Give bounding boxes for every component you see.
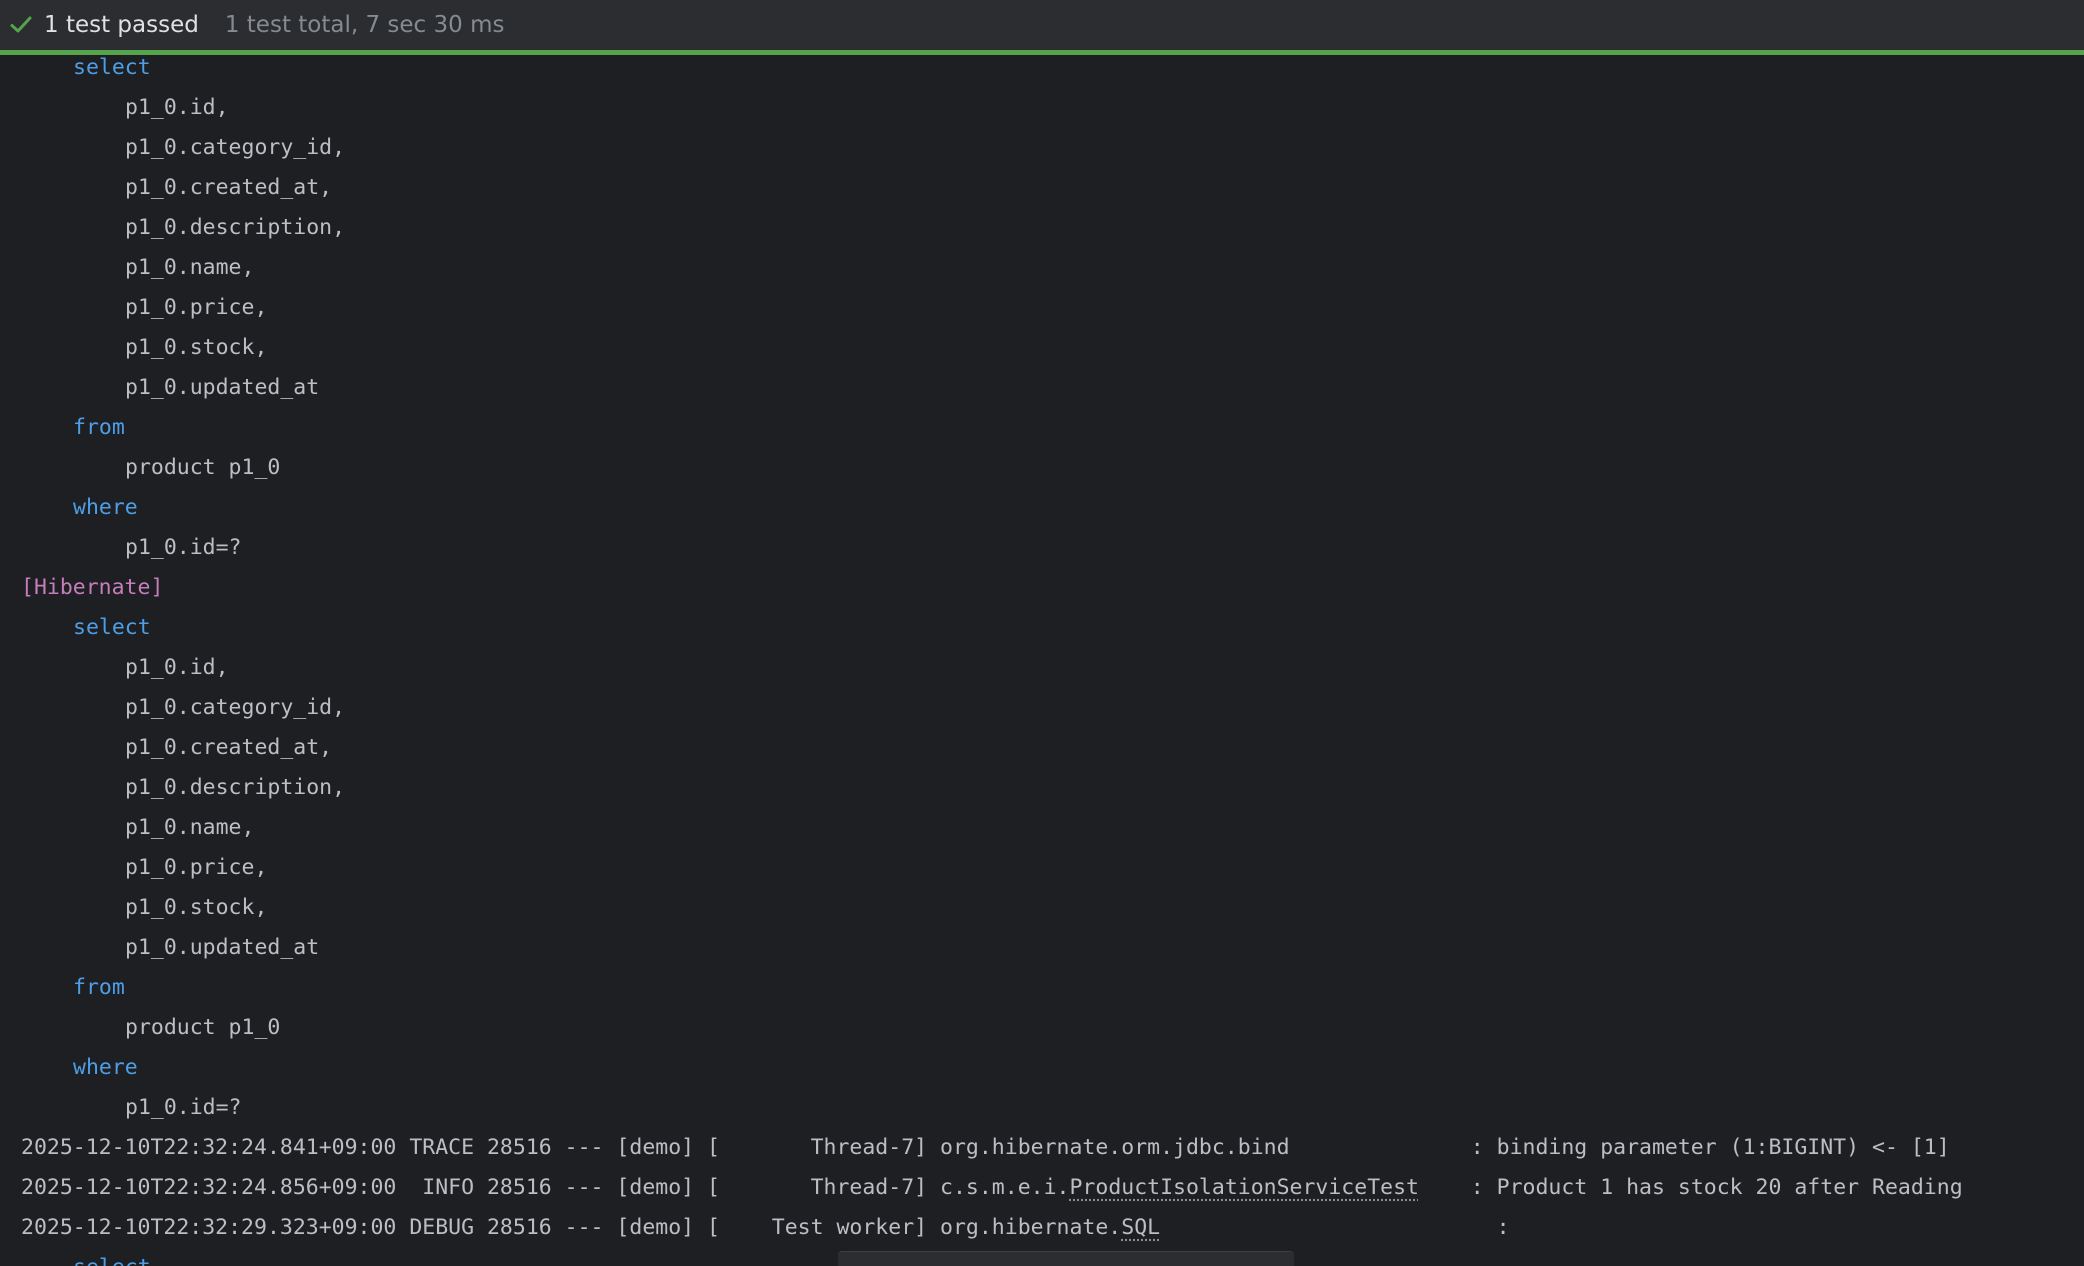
sql-keyword-select: select xyxy=(0,1248,151,1266)
sql-column: p1_0.updated_at xyxy=(125,375,320,400)
check-icon xyxy=(8,12,34,38)
log-logger: org.hibernate. xyxy=(940,1215,1122,1240)
test-status-label: 1 test passed xyxy=(44,12,199,38)
sql-keyword-select: select xyxy=(73,55,151,80)
sql-column: p1_0.category_id, xyxy=(125,135,346,160)
sql-column: p1_0.description, xyxy=(125,215,346,240)
sql-column: p1_0.description, xyxy=(125,775,346,800)
sql-keyword-from: from xyxy=(73,415,125,440)
test-status-bar: 1 test passed 1 test total, 7 sec 30 ms xyxy=(0,0,2084,50)
sql-keyword-where: where xyxy=(73,1055,138,1080)
log-message: : xyxy=(1496,1215,1510,1240)
log-logger: org.hibernate.orm.jdbc.bind xyxy=(940,1135,1290,1160)
sql-keyword-select: select xyxy=(73,615,151,640)
log-line: 2025-12-10T22:32:29.323+09:00 DEBUG 2851… xyxy=(0,1208,1510,1248)
sql-table: product p1_0 xyxy=(125,1015,281,1040)
log-pad xyxy=(1160,1215,1497,1240)
sql-column: p1_0.stock, xyxy=(125,895,268,920)
test-status-detail: 1 test total, 7 sec 30 ms xyxy=(224,12,505,38)
popup-edge xyxy=(838,1251,1294,1266)
log-prefix: 2025-12-10T22:32:29.323+09:00 DEBUG 2851… xyxy=(21,1215,941,1240)
log-logger: c.s.m.e.i. xyxy=(940,1175,1070,1200)
sql-column: p1_0.id, xyxy=(125,95,229,120)
log-pad xyxy=(1290,1135,1471,1160)
sql-column: p1_0.stock, xyxy=(125,335,268,360)
log-pad xyxy=(1419,1175,1471,1200)
hibernate-tag: [Hibernate] xyxy=(21,575,164,600)
sql-column: p1_0.name, xyxy=(125,815,255,840)
sql-table: product p1_0 xyxy=(125,455,281,480)
log-logger-link[interactable]: ProductIsolationServiceTest xyxy=(1069,1175,1419,1200)
sql-condition: p1_0.id=? xyxy=(125,535,242,560)
log-prefix: 2025-12-10T22:32:24.841+09:00 TRACE 2851… xyxy=(21,1135,941,1160)
sql-column: p1_0.updated_at xyxy=(125,935,320,960)
sql-keyword-from: from xyxy=(73,975,125,1000)
log-prefix: 2025-12-10T22:32:24.856+09:00 INFO 28516… xyxy=(21,1175,941,1200)
sql-column: p1_0.created_at, xyxy=(125,175,333,200)
log-message: : binding parameter (1:BIGINT) <- [1] xyxy=(1470,1135,1950,1160)
sql-column: p1_0.category_id, xyxy=(125,695,346,720)
log-line: 2025-12-10T22:32:24.841+09:00 TRACE 2851… xyxy=(0,1128,1950,1168)
sql-column: p1_0.price, xyxy=(125,295,268,320)
sql-column: p1_0.name, xyxy=(125,255,255,280)
sql-condition: p1_0.id=? xyxy=(125,1095,242,1120)
run-console-window: 1 test passed 1 test total, 7 sec 30 ms … xyxy=(0,0,2084,1266)
sql-column: p1_0.created_at, xyxy=(125,735,333,760)
sql-column: p1_0.price, xyxy=(125,855,268,880)
console-output[interactable]: select p1_0.id, p1_0.category_id, p1_0.c… xyxy=(0,55,2084,1266)
sql-keyword-where: where xyxy=(73,495,138,520)
log-line: 2025-12-10T22:32:24.856+09:00 INFO 28516… xyxy=(0,1168,1963,1208)
sql-column: p1_0.id, xyxy=(125,655,229,680)
log-logger-link[interactable]: SQL xyxy=(1121,1215,1160,1240)
log-message: : Product 1 has stock 20 after Reading xyxy=(1470,1175,1963,1200)
